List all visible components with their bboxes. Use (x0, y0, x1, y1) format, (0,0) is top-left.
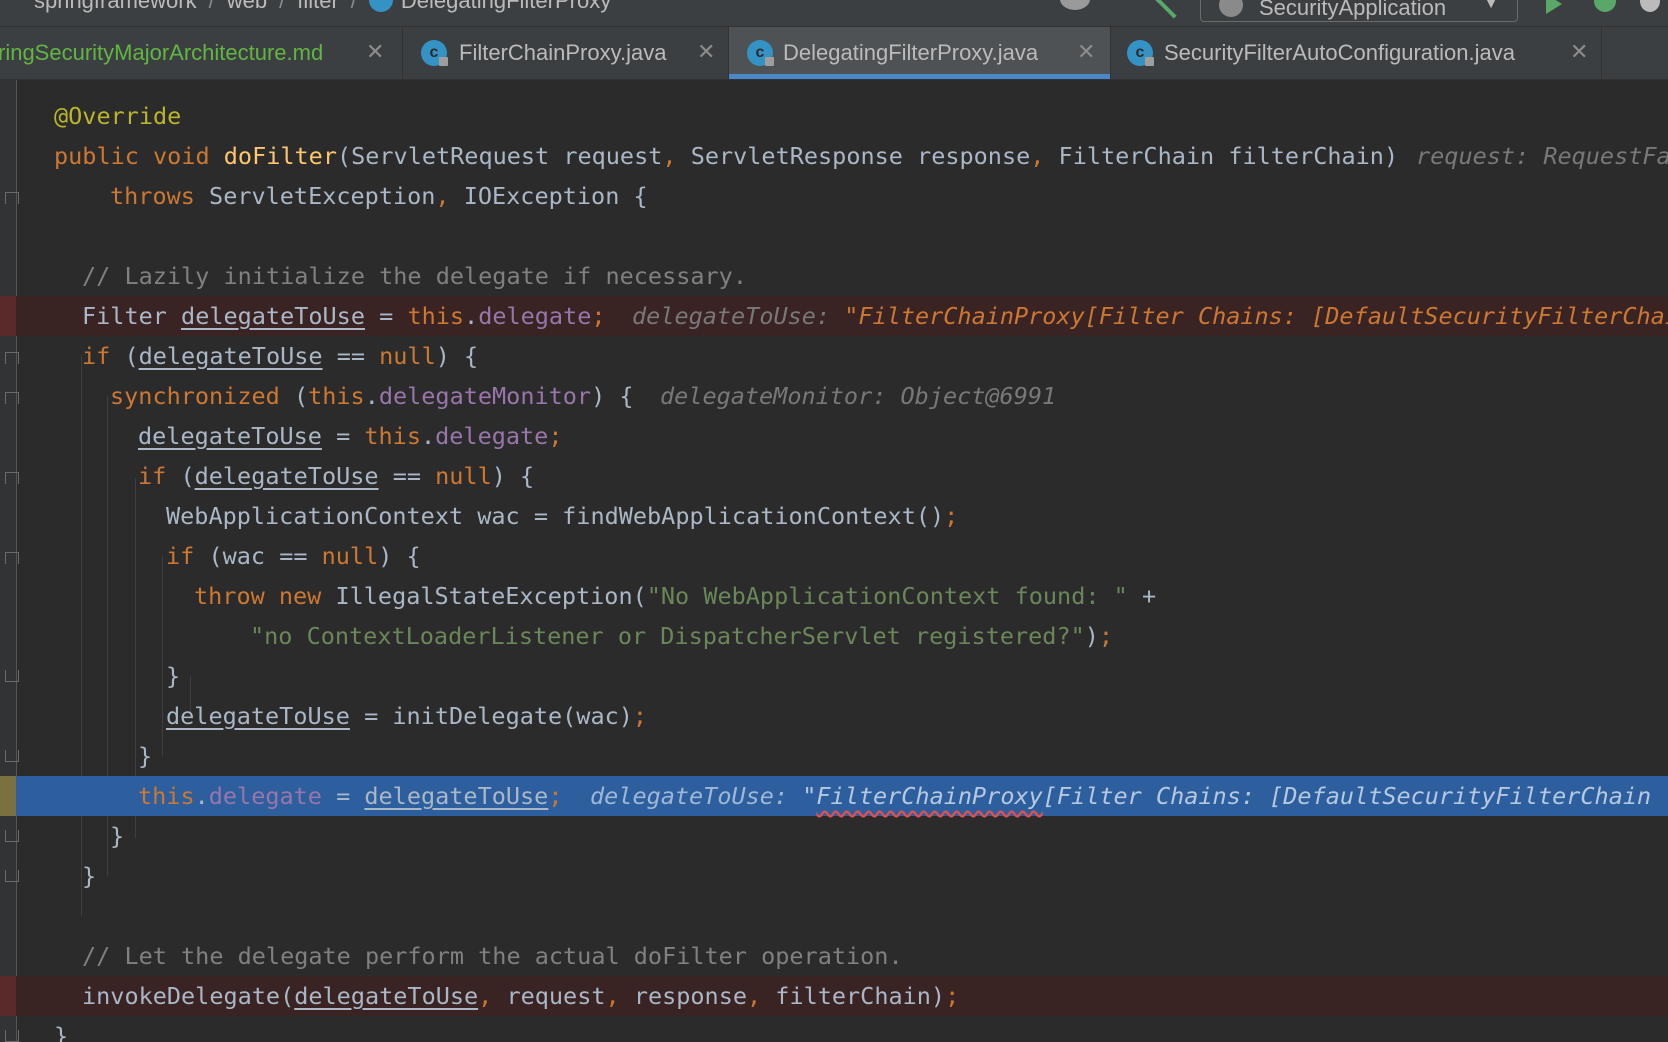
lock-icon (765, 57, 774, 66)
fold-icon[interactable] (5, 192, 19, 204)
tab-spring-security-architecture-md[interactable]: ringSecurityMajorArchitecture.md ✕ (0, 27, 403, 79)
fold-icon[interactable] (5, 870, 19, 882)
code-comment: // Lazily initialize the delegate if nec… (82, 262, 747, 290)
run-configuration-label: SecurityApplication (1259, 0, 1447, 20)
code-text: } (54, 1022, 69, 1042)
code-text: throws ServletException, IOException { (110, 182, 648, 210)
code-line[interactable]: } (0, 1016, 1668, 1042)
breadcrumb-item-springframework[interactable]: springframework (34, 0, 197, 13)
fold-icon[interactable] (5, 352, 19, 364)
code-line[interactable]: // Let the delegate perform the actual d… (0, 936, 1668, 976)
breadcrumb: springframework / web / filter / DelegatingFil… (34, 0, 611, 14)
lock-icon (439, 57, 448, 66)
code-text: Filter delegateToUse = this.delegate; (82, 302, 606, 330)
tab-security-filter-auto-configuration[interactable]: c SecurityFilterAutoConfiguration.java ✕ (1111, 27, 1602, 79)
close-icon[interactable]: ✕ (366, 39, 384, 65)
code-text: WebApplicationContext wac = findWebAppli… (166, 502, 959, 530)
tab-delegating-filter-proxy[interactable]: c DelegatingFilterProxy.java ✕ (729, 27, 1111, 79)
code-line-current-execution[interactable]: this.delegate = delegateToUse; delegateT… (0, 776, 1668, 816)
fold-icon[interactable] (5, 750, 19, 762)
code-line-breakpoint[interactable]: Filter delegateToUse = this.delegate; de… (0, 296, 1668, 336)
tab-label: DelegatingFilterProxy.java (783, 40, 1039, 65)
inline-debug-hint: delegateToUse: "FilterChainProxy[Filter … (590, 782, 1668, 810)
code-line[interactable]: synchronized (this.delegateMonitor) { de… (0, 376, 1668, 416)
code-line[interactable]: @Override (0, 96, 1668, 136)
tab-label: ringSecurityMajorArchitecture.md (0, 40, 324, 65)
fold-icon[interactable] (5, 472, 19, 484)
run-icon[interactable] (1546, 0, 1562, 14)
inline-debug-hint: delegateMonitor: Object@6991 (660, 382, 1057, 410)
tab-filter-chain-proxy[interactable]: c FilterChainProxy.java ✕ (403, 27, 729, 79)
class-icon (368, 0, 393, 12)
code-text: } (110, 822, 125, 850)
breakpoint-icon[interactable] (0, 976, 16, 1016)
close-icon[interactable]: ✕ (1570, 39, 1588, 65)
code-line[interactable]: "no ContextLoaderListener or DispatcherS… (0, 616, 1668, 656)
code-text: } (82, 862, 97, 890)
close-icon[interactable]: ✕ (1077, 39, 1095, 65)
fold-icon[interactable] (5, 392, 19, 404)
annotation: @Override (54, 102, 182, 130)
chevron-down-icon: ▼ (1483, 0, 1499, 12)
execution-point-icon (0, 776, 16, 816)
code-line[interactable]: public void doFilter(ServletRequest requ… (0, 136, 1668, 176)
code-line[interactable]: } (0, 736, 1668, 776)
fold-icon[interactable] (5, 552, 19, 564)
code-line[interactable]: throw new IllegalStateException("No WebA… (0, 576, 1668, 616)
build-icon[interactable] (1155, 0, 1187, 19)
breadcrumb-item-web[interactable]: web (227, 0, 267, 13)
code-line[interactable]: WebApplicationContext wac = findWebAppli… (0, 496, 1668, 536)
breadcrumb-item-class[interactable]: DelegatingFilterProxy (401, 0, 611, 13)
navigation-bar: springframework / web / filter / DelegatingFil… (0, 0, 1668, 27)
code-line[interactable]: } (0, 816, 1668, 856)
code-text: invokeDelegate(delegateToUse, request, r… (82, 982, 960, 1010)
code-line[interactable]: if (delegateToUse == null) { (0, 456, 1668, 496)
breadcrumb-separator: / (350, 0, 357, 13)
debug-icon[interactable] (1594, 0, 1616, 12)
breadcrumb-separator: / (208, 0, 215, 13)
code-line[interactable]: // Lazily initialize the delegate if nec… (0, 256, 1668, 296)
code-line[interactable]: delegateToUse = this.delegate; (0, 416, 1668, 456)
tab-label: SecurityFilterAutoConfiguration.java (1164, 40, 1515, 65)
breadcrumb-separator: / (279, 0, 286, 13)
code-line-breakpoint[interactable]: invokeDelegate(delegateToUse, request, r… (0, 976, 1668, 1016)
user-icon[interactable] (1060, 0, 1090, 10)
lock-icon (1145, 57, 1154, 66)
code-text: if (wac == null) { (166, 542, 421, 570)
code-text: this.delegate = delegateToUse; (138, 782, 563, 810)
code-text: if (delegateToUse == null) { (138, 462, 535, 490)
code-text: delegateToUse = this.delegate; (138, 422, 563, 450)
code-comment: // Let the delegate perform the actual d… (82, 942, 903, 970)
inline-debug-hint: delegateToUse: "FilterChainProxy[Filter … (632, 302, 1668, 330)
code-line[interactable]: if (delegateToUse == null) { (0, 336, 1668, 376)
code-line[interactable]: delegateToUse = initDelegate(wac); (0, 696, 1668, 736)
run-configuration-dropdown[interactable]: SecurityApplication ▼ (1200, 0, 1518, 22)
code-text: } (138, 742, 153, 770)
breadcrumb-item-filter[interactable]: filter (297, 0, 339, 13)
code-line[interactable]: throws ServletException, IOException { (0, 176, 1668, 216)
code-text: if (delegateToUse == null) { (82, 342, 479, 370)
fold-icon[interactable] (5, 670, 19, 682)
code-text: throw new IllegalStateException("No WebA… (194, 582, 1157, 610)
code-line[interactable]: } (0, 856, 1668, 896)
code-editor[interactable]: @Override public void doFilter(ServletRe… (0, 80, 1668, 1042)
breakpoint-icon[interactable] (0, 296, 16, 336)
code-text: } (166, 662, 181, 690)
code-text: public void doFilter(ServletRequest requ… (54, 142, 1399, 170)
code-text: delegateToUse = initDelegate(wac); (166, 702, 648, 730)
fold-icon[interactable] (5, 1030, 19, 1042)
tab-label: FilterChainProxy.java (459, 40, 667, 65)
spring-boot-icon (1219, 0, 1243, 17)
code-text: synchronized (this.delegateMonitor) { (110, 382, 634, 410)
profiler-icon[interactable] (1640, 0, 1660, 12)
editor-tab-bar: ringSecurityMajorArchitecture.md ✕ c Fil… (0, 27, 1668, 80)
inline-debug-hint: request: RequestFa (1416, 142, 1668, 170)
code-line[interactable]: if (wac == null) { (0, 536, 1668, 576)
code-line[interactable]: } (0, 656, 1668, 696)
code-text: "no ContextLoaderListener or DispatcherS… (250, 622, 1114, 650)
fold-icon[interactable] (5, 830, 19, 842)
close-icon[interactable]: ✕ (697, 39, 715, 65)
